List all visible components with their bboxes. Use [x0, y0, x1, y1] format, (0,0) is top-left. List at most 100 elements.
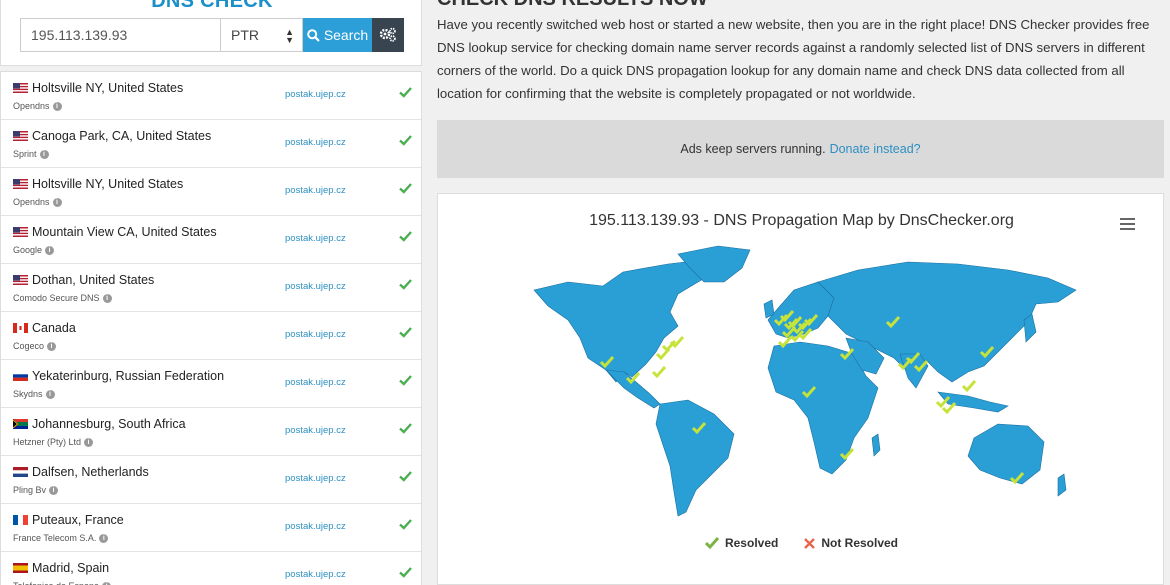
dns-result: postak.ujep.cz: [285, 569, 346, 580]
settings-button[interactable]: [372, 18, 404, 52]
provider-name: Pling Bv: [13, 485, 47, 495]
result-row[interactable]: Dothan, United States Comodo Secure DNS i p…: [1, 264, 421, 312]
provider-name: France Telecom S.A.: [13, 533, 97, 543]
dns-check-panel: DNS CHECK PTR ▲▼ Search: [0, 0, 422, 585]
flag-icon-us: [13, 179, 28, 189]
dns-result: postak.ujep.cz: [285, 425, 346, 436]
info-icon[interactable]: i: [52, 101, 62, 111]
info-icon[interactable]: i: [102, 581, 112, 585]
check-icon: [399, 567, 412, 578]
dns-result: postak.ujep.cz: [285, 137, 346, 148]
provider-name: Google: [13, 245, 43, 255]
check-icon: [399, 87, 412, 98]
select-caret-icon: ▲ ▼: [285, 27, 294, 45]
propagation-map-card: 195.113.139.93 - DNS Propagation Map by …: [437, 193, 1164, 585]
server-location: Dothan, United States: [32, 273, 155, 287]
domain-input[interactable]: [20, 18, 220, 52]
resolved-marker-icon[interactable]: [961, 380, 977, 393]
server-location: Canoga Park, CA, United States: [32, 129, 212, 143]
map-title: 195.113.139.93 - DNS Propagation Map by …: [589, 212, 1014, 229]
provider-name: Opendns: [13, 101, 50, 111]
server-provider: Pling Bv i: [13, 485, 59, 495]
flag-icon-es: [13, 563, 28, 573]
provider-name: Skydns: [13, 389, 43, 399]
australia-land: [967, 423, 1045, 485]
check-icon: [399, 231, 412, 242]
server-provider: Telefonica de Espanai: [13, 581, 112, 585]
flag-icon-us: [13, 227, 28, 237]
record-type-value: PTR: [231, 27, 259, 43]
provider-name: Telefonica de Espana: [13, 581, 99, 585]
info-icon[interactable]: i: [47, 341, 57, 351]
info-icon[interactable]: i: [102, 293, 112, 303]
north-america-land: [533, 259, 719, 383]
donate-link[interactable]: Donate instead?: [830, 142, 921, 156]
info-icon[interactable]: i: [45, 389, 55, 399]
flag-icon-ru: [13, 371, 28, 381]
new-zealand-land: [1057, 473, 1067, 497]
server-location: Yekaterinburg, Russian Federation: [32, 369, 225, 383]
server-location: Madrid, Spain: [32, 561, 110, 575]
flag-icon-us: [13, 275, 28, 285]
provider-name: Opendns: [13, 197, 50, 207]
result-row[interactable]: Yekaterinburg, Russian Federation Skydns i…: [1, 360, 421, 408]
server-provider: Opendns i: [13, 101, 62, 111]
flag-icon-nl: [13, 467, 28, 477]
result-row[interactable]: Mountain View CA, United States Google i po…: [1, 216, 421, 264]
ads-text: Ads keep servers running.: [680, 142, 826, 156]
madagascar-land: [871, 433, 881, 457]
page-title: CHECK DNS RESULTS NOW: [437, 0, 708, 9]
server-provider: Opendns i: [13, 197, 62, 207]
hamburger-menu-icon[interactable]: [1120, 218, 1135, 230]
flag-icon-us: [13, 131, 28, 141]
server-location: Dalfsen, Netherlands: [32, 465, 149, 479]
server-provider: France Telecom S.A. i: [13, 533, 109, 543]
panel-title: DNS CHECK: [151, 0, 273, 12]
result-row[interactable]: Holtsville NY, United States Opendns i post…: [1, 168, 421, 216]
flag-icon-za: [13, 419, 28, 429]
cross-icon: [804, 537, 816, 549]
info-icon[interactable]: i: [39, 149, 49, 159]
check-icon: [399, 471, 412, 482]
provider-name: Comodo Secure DNS: [13, 293, 100, 303]
result-row[interactable]: Holtsville NY, United States Opendns i post…: [1, 72, 421, 120]
check-icon: [399, 423, 412, 434]
info-icon[interactable]: i: [49, 485, 59, 495]
record-type-select[interactable]: PTR ▲ ▼: [220, 18, 303, 52]
dns-result: postak.ujep.cz: [285, 185, 346, 196]
search-icon: [307, 28, 320, 42]
flag-icon-fr: [13, 515, 28, 525]
world-map: [533, 245, 1077, 517]
server-location: Canada: [32, 321, 76, 335]
check-icon: [399, 327, 412, 338]
server-provider: Sprint i: [13, 149, 49, 159]
legend-not-resolved[interactable]: Not Resolved: [804, 536, 898, 550]
result-row[interactable]: Canoga Park, CA, United States Sprint i pos…: [1, 120, 421, 168]
server-location: Holtsville NY, United States: [32, 177, 184, 191]
info-icon[interactable]: i: [45, 245, 55, 255]
map-legend: Resolved Not Resolved: [438, 536, 1165, 550]
check-icon: [399, 135, 412, 146]
server-provider: Skydns i: [13, 389, 55, 399]
legend-resolved[interactable]: Resolved: [704, 536, 778, 550]
server-location: Mountain View CA, United States: [32, 225, 217, 239]
result-row[interactable]: Johannesburg, South Africa Hetzner (Pty) …: [1, 408, 421, 456]
legend-not-resolved-label: Not Resolved: [821, 536, 899, 550]
dns-result: postak.ujep.cz: [285, 473, 346, 484]
search-button[interactable]: Search: [303, 18, 372, 52]
check-icon: [399, 519, 412, 530]
result-row[interactable]: Madrid, Spain Telefonica de Espanai postak…: [1, 552, 421, 585]
gear-icon: [379, 27, 396, 42]
info-icon[interactable]: i: [99, 533, 109, 543]
info-icon[interactable]: i: [52, 197, 62, 207]
result-row[interactable]: Canada Cogeco i postak.ujep.cz: [1, 312, 421, 360]
search-label: Search: [323, 27, 369, 43]
search-box: DNS CHECK PTR ▲▼ Search: [0, 0, 422, 66]
result-row[interactable]: Dalfsen, Netherlands Pling Bv i postak.ujep…: [1, 456, 421, 504]
resolved-marker-icon[interactable]: [651, 366, 667, 379]
ads-banner: Ads keep servers running. Donate instead…: [437, 120, 1164, 178]
server-provider: Cogeco i: [13, 341, 57, 351]
result-row[interactable]: Puteaux, France France Telecom S.A. i posta…: [1, 504, 421, 552]
info-icon[interactable]: i: [84, 437, 94, 447]
dns-result: postak.ujep.cz: [285, 329, 346, 340]
